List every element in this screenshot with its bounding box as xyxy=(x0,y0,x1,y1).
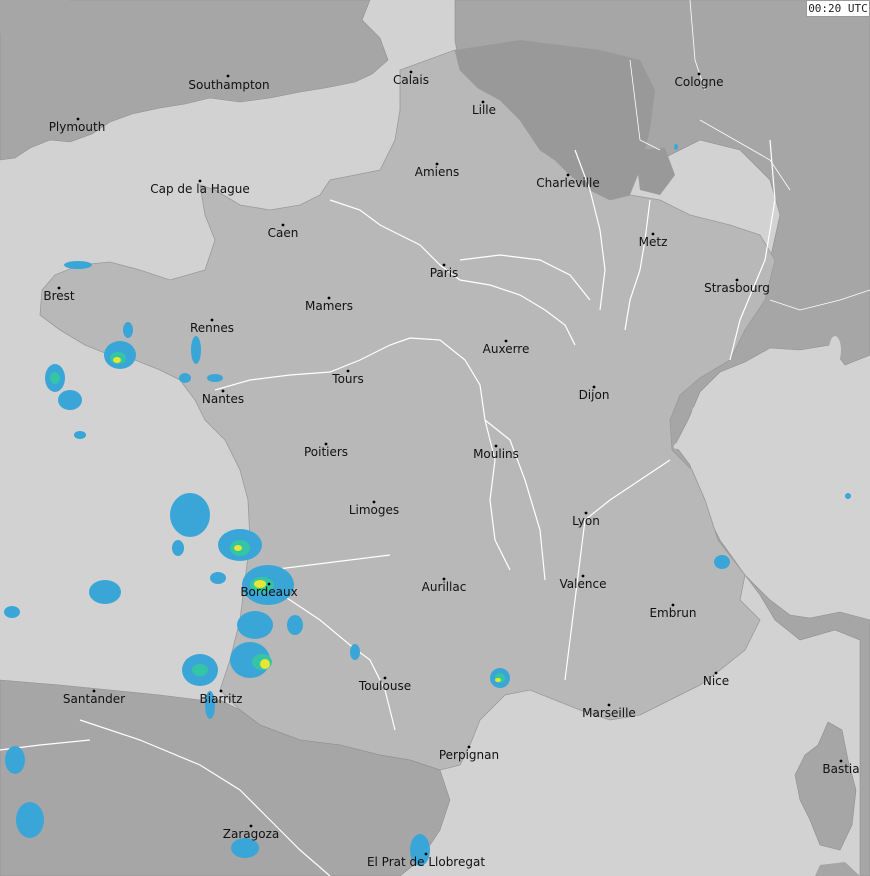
city-plymouth: Plymouth xyxy=(49,117,106,134)
city-label: El Prat de Llobregat xyxy=(367,855,485,869)
timestamp-label: 00:20 UTC xyxy=(806,0,870,17)
city-label: Lille xyxy=(472,103,496,117)
city-paris: Paris xyxy=(430,263,459,280)
city-auxerre: Auxerre xyxy=(483,339,530,356)
city-label: Marseille xyxy=(582,706,636,720)
city-label: Tours xyxy=(331,372,363,386)
city-rennes: Rennes xyxy=(190,318,234,335)
city-label: Valence xyxy=(560,577,607,591)
city-biarritz: Biarritz xyxy=(200,689,243,706)
city-zaragoza: Zaragoza xyxy=(223,824,279,841)
city-caen: Caen xyxy=(268,223,299,240)
city-label: Embrun xyxy=(649,606,696,620)
city-bordeaux: Bordeaux xyxy=(240,582,298,599)
weather-radar-map: Southampton Plymouth Calais Lille Cologne Ami… xyxy=(0,0,870,876)
city-cap-de-la-hague: Cap de la Hague xyxy=(150,179,250,196)
city-marker xyxy=(226,74,230,78)
city-metz: Metz xyxy=(639,232,668,249)
city-label: Dijon xyxy=(579,388,610,402)
city-poitiers: Poitiers xyxy=(304,442,348,459)
city-label: Metz xyxy=(639,235,668,249)
city-label: Amiens xyxy=(415,165,459,179)
city-toulouse: Toulouse xyxy=(358,676,411,693)
city-bastia: Bastia xyxy=(822,759,860,776)
city-label: Aurillac xyxy=(422,580,467,594)
city-label: Poitiers xyxy=(304,445,348,459)
city-label: Rennes xyxy=(190,321,234,335)
city-nantes: Nantes xyxy=(202,389,244,406)
city-label: Perpignan xyxy=(439,748,499,762)
city-label: Toulouse xyxy=(358,679,411,693)
city-valence: Valence xyxy=(560,574,607,591)
city-label: Limoges xyxy=(349,503,399,517)
city-label: Lyon xyxy=(572,514,600,528)
city-lille: Lille xyxy=(472,100,496,117)
city-label: Nice xyxy=(703,674,729,688)
city-dijon: Dijon xyxy=(579,385,610,402)
city-embrun: Embrun xyxy=(649,603,697,620)
city-label: Plymouth xyxy=(49,120,106,134)
city-label: Cap de la Hague xyxy=(150,182,249,196)
city-limoges: Limoges xyxy=(349,500,399,517)
city-label: Bordeaux xyxy=(240,585,297,599)
city-marseille: Marseille xyxy=(582,703,636,720)
city-strasbourg: Strasbourg xyxy=(704,278,770,295)
city-label: Moulins xyxy=(473,447,519,461)
city-label: Charleville xyxy=(536,176,599,190)
city-label: Caen xyxy=(268,226,299,240)
city-label: Nantes xyxy=(202,392,244,406)
city-label: Zaragoza xyxy=(223,827,279,841)
city-perpignan: Perpignan xyxy=(439,745,499,762)
city-lyon: Lyon xyxy=(572,511,600,528)
city-santander: Santander xyxy=(63,689,125,706)
city-amiens: Amiens xyxy=(415,162,459,179)
city-charleville: Charleville xyxy=(536,173,600,190)
city-label: Santander xyxy=(63,692,125,706)
city-label: Paris xyxy=(430,266,459,280)
city-tours: Tours xyxy=(331,369,364,386)
city-label: Mamers xyxy=(305,299,353,313)
city-label: Brest xyxy=(43,289,75,303)
city-label: Strasbourg xyxy=(704,281,770,295)
city-label: Southampton xyxy=(188,78,269,92)
city-cologne: Cologne xyxy=(674,72,724,89)
city-label: Cologne xyxy=(674,75,723,89)
city-brest: Brest xyxy=(43,286,75,303)
lake-maggiore xyxy=(829,336,841,364)
city-mamers: Mamers xyxy=(305,296,353,313)
city-aurillac: Aurillac xyxy=(422,577,467,594)
city-label: Bastia xyxy=(822,762,859,776)
city-label: Calais xyxy=(393,73,429,87)
city-el-prat: El Prat de Llobregat xyxy=(367,852,485,869)
city-calais: Calais xyxy=(393,70,429,87)
city-label: Auxerre xyxy=(483,342,530,356)
city-southampton: Southampton xyxy=(188,74,270,92)
city-moulins: Moulins xyxy=(473,444,519,461)
city-label: Biarritz xyxy=(200,692,243,706)
city-nice: Nice xyxy=(703,671,729,688)
